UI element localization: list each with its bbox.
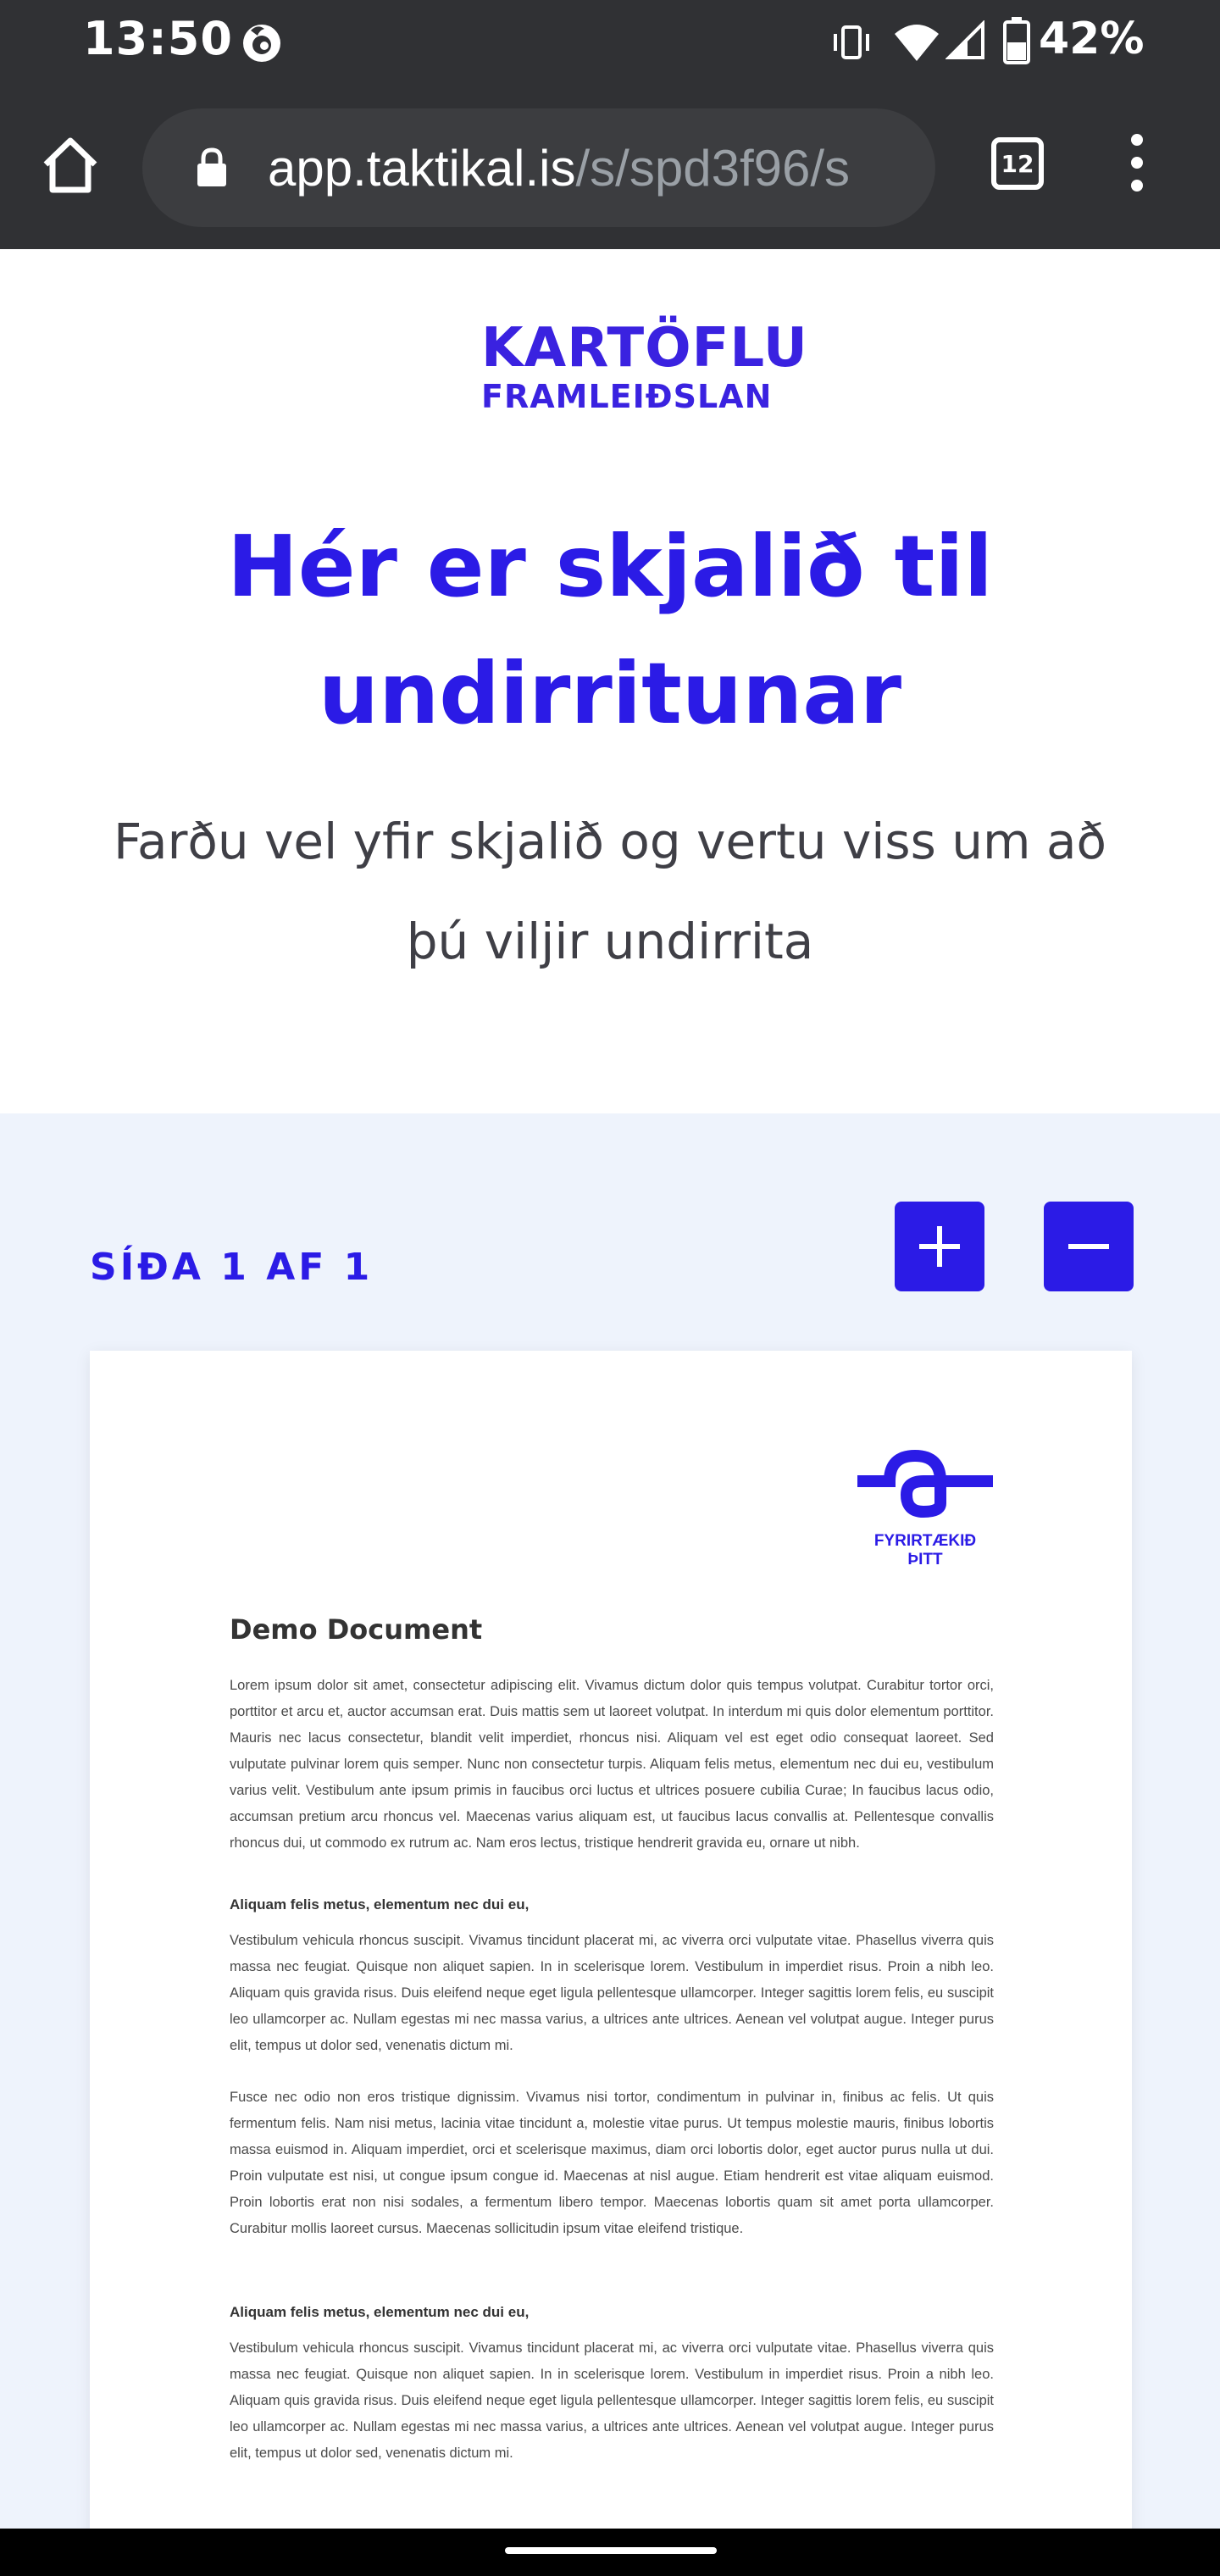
home-indicator[interactable] (505, 2547, 717, 2554)
document-page: FYRIRTÆKIÐ ÞITT Demo Document Lorem ipsu… (90, 1351, 1132, 2576)
tab-switcher-button[interactable]: 12 (991, 137, 1044, 190)
section-heading: Aliquam felis metus, elementum nec dui e… (230, 1896, 530, 1913)
vibrate-icon (834, 25, 869, 59)
document-body: Lorem ipsum dolor sit amet, consectetur … (230, 1673, 994, 2492)
document-paragraph: Lorem ipsum dolor sit amet, consectetur … (230, 1678, 994, 1851)
battery-percent: 42% (1039, 14, 1145, 64)
signal-icon (946, 20, 984, 59)
page-counter: SÍÐA 1 AF 1 (90, 1246, 374, 1289)
wifi-icon (895, 25, 939, 61)
plus-icon (919, 1226, 960, 1267)
url-path: /s/spd3f96/s (575, 140, 851, 197)
document-title: Demo Document (230, 1613, 483, 1646)
section-heading: Aliquam felis metus, elementum nec dui e… (230, 2304, 530, 2320)
minus-icon (1068, 1244, 1109, 1249)
firefox-icon (243, 25, 280, 62)
zoom-in-button[interactable] (895, 1202, 984, 1291)
url-host: app.taktikal.is (268, 140, 576, 197)
logo-line1: KARTÖFLU (481, 317, 808, 380)
app-screen: 13:50 42% app.taktikal.is/s/spd3f96/s 12… (0, 0, 1220, 2576)
page-subtitle: Farðu vel yfir skjalið og vertu viss um … (114, 813, 1106, 970)
page-header: KARTÖFLU FRAMLEIÐSLAN Hér er skjalið til… (0, 249, 1220, 1113)
document-viewer: SÍÐA 1 AF 1 FYRIRTÆKIÐ ÞITT Demo Documen… (0, 1113, 1220, 2576)
status-time: 13:50 (83, 12, 233, 65)
status-bar: 13:50 42% (0, 0, 1220, 85)
url-bar[interactable]: app.taktikal.is/s/spd3f96/s (142, 108, 935, 227)
zoom-out-button[interactable] (1044, 1202, 1134, 1291)
url-text: app.taktikal.is/s/spd3f96/s (268, 139, 850, 197)
page-title: Hér er skjalið til undirritunar (227, 517, 993, 743)
brand-logo: KARTÖFLU FRAMLEIÐSLAN (474, 317, 807, 436)
document-paragraph: Fusce nec odio non eros tristique dignis… (230, 2090, 994, 2236)
lock-icon (197, 147, 226, 186)
battery-icon (1003, 17, 1030, 64)
document-paragraph: Vestibulum vehicula rhoncus suscipit. Vi… (230, 2340, 994, 2461)
document-paragraph: Vestibulum vehicula rhoncus suscipit. Vi… (230, 1933, 994, 2053)
company-logo-icon (857, 1449, 993, 1518)
home-icon[interactable] (39, 134, 102, 197)
company-name: FYRIRTÆKIÐ ÞITT (873, 1532, 977, 1568)
system-nav-bar (0, 2529, 1220, 2576)
logo-line2: FRAMLEIÐSLAN (481, 378, 773, 415)
overflow-menu-icon[interactable] (1117, 134, 1157, 203)
browser-toolbar: app.taktikal.is/s/spd3f96/s 12 (0, 85, 1220, 249)
